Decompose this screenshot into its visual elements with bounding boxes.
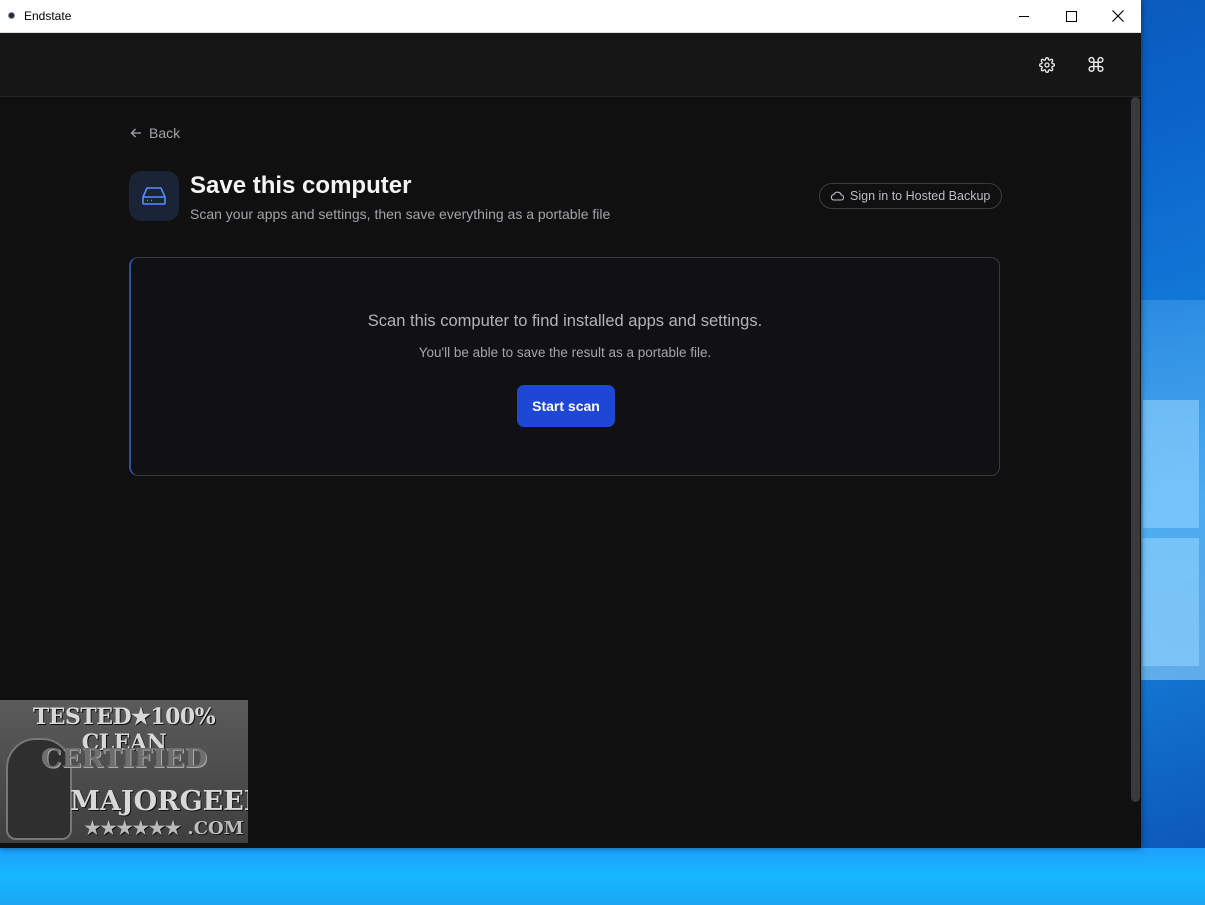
- command-palette-button[interactable]: ⌘: [1081, 50, 1111, 80]
- cloud-icon: [830, 191, 844, 201]
- drive-icon: [142, 187, 166, 205]
- scan-message: Scan this computer to find installed app…: [367, 312, 763, 330]
- start-scan-button[interactable]: Start scan: [517, 385, 615, 427]
- arrow-left-icon: [130, 128, 141, 138]
- sign-in-label: Sign in to Hosted Backup: [850, 189, 991, 203]
- sign-in-hosted-backup-button[interactable]: Sign in to Hosted Backup: [819, 183, 1003, 209]
- scan-hint: You'll be able to save the result as a p…: [418, 345, 712, 360]
- window-title: Endstate: [24, 9, 72, 23]
- app-window: Endstate ⌘ Back Save this computer Scan …: [0, 0, 1141, 848]
- back-label: Back: [149, 125, 181, 141]
- gear-icon: [1039, 57, 1055, 73]
- vertical-scrollbar[interactable]: [1131, 97, 1140, 802]
- app-toolbar: ⌘: [0, 33, 1141, 97]
- close-button[interactable]: [1095, 0, 1141, 32]
- desktop-background: [0, 848, 1205, 905]
- command-icon: ⌘: [1086, 54, 1106, 77]
- watermark-line-3: MAJORGEEKS: [70, 786, 248, 817]
- settings-button[interactable]: [1032, 50, 1062, 80]
- page-title: Save this computer: [190, 172, 412, 199]
- maximize-button[interactable]: [1048, 0, 1094, 32]
- title-bar: Endstate: [0, 0, 1141, 33]
- desktop-window-pane: [1143, 400, 1199, 528]
- page-subtitle: Scan your apps and settings, then save e…: [190, 206, 611, 222]
- close-icon: [1112, 10, 1124, 22]
- minimize-icon: [1018, 15, 1029, 17]
- app-icon: [8, 12, 15, 19]
- header-icon-tile: [129, 171, 179, 221]
- maximize-icon: [1065, 10, 1077, 22]
- back-link[interactable]: Back: [130, 125, 180, 141]
- desktop-window-pane: [1143, 538, 1199, 666]
- watermark-line-4: ★★★★★★ .COM: [84, 818, 244, 839]
- watermark-badge: TESTED★100% CLEAN CERTIFIED MAJORGEEKS ★…: [0, 700, 248, 843]
- watermark-line-2: CERTIFIED: [40, 744, 208, 774]
- scan-panel: Scan this computer to find installed app…: [129, 257, 1000, 476]
- minimize-button[interactable]: [1001, 0, 1047, 32]
